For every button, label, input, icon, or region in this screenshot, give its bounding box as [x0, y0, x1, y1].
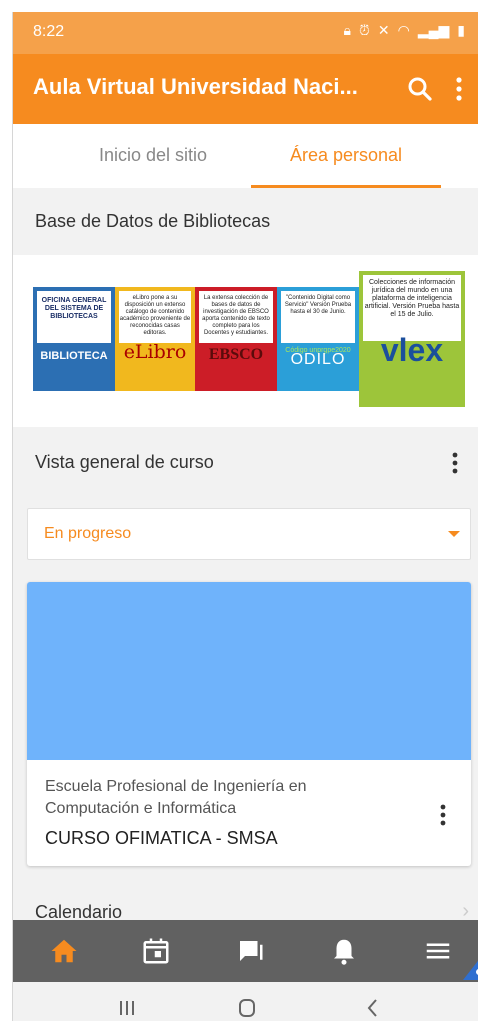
library-card-elibro[interactable]: eLibro pone a su disposición un extenso … — [115, 287, 195, 391]
alarm-icon: ⏰︎ — [358, 22, 370, 38]
status-time: 8:22 — [33, 23, 65, 40]
course-category: Escuela Profesional de Ingeniería en Com… — [45, 778, 307, 817]
bell-icon[interactable] — [329, 936, 359, 966]
library-card-text: La extensa colección de bases de datos d… — [199, 291, 273, 343]
bottom-nav — [13, 920, 478, 982]
menu-icon[interactable] — [423, 936, 453, 966]
back-icon[interactable] — [361, 996, 385, 1020]
tab-bar: Inicio del sitio Área personal — [13, 124, 478, 188]
signal-icon: ▂▄▆ — [417, 22, 450, 38]
status-bar: 8:22 🔒︎ ⏰︎ ✕ ◠ ▂▄▆ ▮ — [13, 12, 478, 54]
course-filter-dropdown[interactable]: En progreso — [27, 508, 471, 560]
library-logo: vlex — [380, 332, 444, 368]
library-card-text: "Contenido Digital como Servicio" Versió… — [281, 291, 355, 343]
library-logo: EBSCO — [208, 346, 264, 363]
lock-icon: 🔒︎ — [343, 22, 351, 38]
library-logo: eLibro — [123, 341, 187, 363]
accessibility-icon[interactable] — [463, 952, 478, 980]
app-bar: Aula Virtual Universidad Naci... — [13, 54, 478, 124]
tab-site-home[interactable]: Inicio del sitio — [53, 124, 253, 188]
status-icons: 🔒︎ ⏰︎ ✕ ◠ ▂▄▆ ▮ — [344, 22, 466, 39]
library-card-biblioteca[interactable]: OFICINA GENERAL DEL SISTEMA DE BIBLIOTEC… — [33, 287, 115, 391]
calendar-icon[interactable] — [141, 936, 171, 966]
app-title: Aula Virtual Universidad Naci... — [33, 74, 358, 99]
library-card-vlex[interactable]: Colecciones de información jurídica del … — [359, 271, 465, 407]
library-card-text: OFICINA GENERAL DEL SISTEMA DE BIBLIOTEC… — [37, 291, 111, 343]
system-nav-bar — [13, 982, 478, 1021]
tab-personal-area[interactable]: Área personal — [251, 124, 441, 188]
wifi-icon: ◠ — [397, 22, 410, 38]
mute-icon: ✕ — [377, 22, 390, 38]
messages-icon[interactable] — [235, 936, 265, 966]
more-vert-icon[interactable] — [449, 74, 469, 104]
course-card[interactable]: Escuela Profesional de Ingeniería en Com… — [27, 582, 471, 866]
search-icon[interactable] — [405, 74, 435, 104]
caret-down-icon — [448, 531, 460, 537]
library-card-ebsco[interactable]: La extensa colección de bases de datos d… — [195, 287, 277, 391]
block-title: Base de Datos de Bibliotecas — [13, 190, 478, 254]
home-icon[interactable] — [49, 936, 79, 966]
recent-apps-icon[interactable] — [115, 996, 139, 1020]
course-filter-value: En progreso — [44, 525, 132, 542]
overview-title: Vista general de curso — [13, 428, 478, 498]
course-name[interactable]: CURSO OFIMATICA - SMSA — [45, 828, 278, 849]
home-button-icon[interactable] — [235, 996, 259, 1020]
library-logo: BIBLIOTECA — [40, 350, 108, 362]
library-logo: ODILO — [290, 351, 346, 368]
app-frame: 8:22 🔒︎ ⏰︎ ✕ ◠ ▂▄▆ ▮ Aula Virtual Univer… — [12, 12, 478, 1021]
more-vert-icon[interactable] — [451, 452, 459, 474]
more-vert-icon[interactable] — [439, 804, 447, 826]
library-card-text: eLibro pone a su disposición un extenso … — [119, 291, 191, 343]
library-card-odilo[interactable]: "Contenido Digital como Servicio" Versió… — [277, 287, 359, 391]
library-banner[interactable]: OFICINA GENERAL DEL SISTEMA DE BIBLIOTEC… — [13, 255, 478, 427]
course-image[interactable] — [27, 582, 471, 760]
battery-icon: ▮ — [457, 22, 465, 38]
